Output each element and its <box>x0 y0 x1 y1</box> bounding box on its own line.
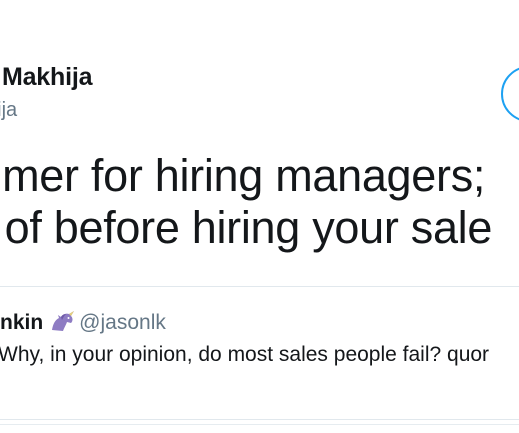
quoted-tweet-text: Why, in your opinion, do most sales peop… <box>0 343 490 366</box>
quoted-author-name: nkin <box>0 311 44 334</box>
tweet-card: ar Makhija hija primer for hiring manage… <box>0 0 519 433</box>
quoted-tweet-author[interactable]: nkin @jasonlk <box>0 310 166 335</box>
tweet-text-line: primer for hiring managers; <box>0 150 486 201</box>
tweet-text: primer for hiring managers; re of before… <box>0 150 492 254</box>
author-name[interactable]: ar Makhija <box>0 63 92 92</box>
quoted-author-handle: @jasonlk <box>79 311 166 334</box>
unicorn-icon <box>52 311 75 331</box>
author-handle[interactable]: hija <box>0 99 17 122</box>
divider <box>0 424 519 425</box>
tweet-text-line: re of before hiring your sale <box>0 202 493 253</box>
follow-button[interactable] <box>501 66 519 122</box>
